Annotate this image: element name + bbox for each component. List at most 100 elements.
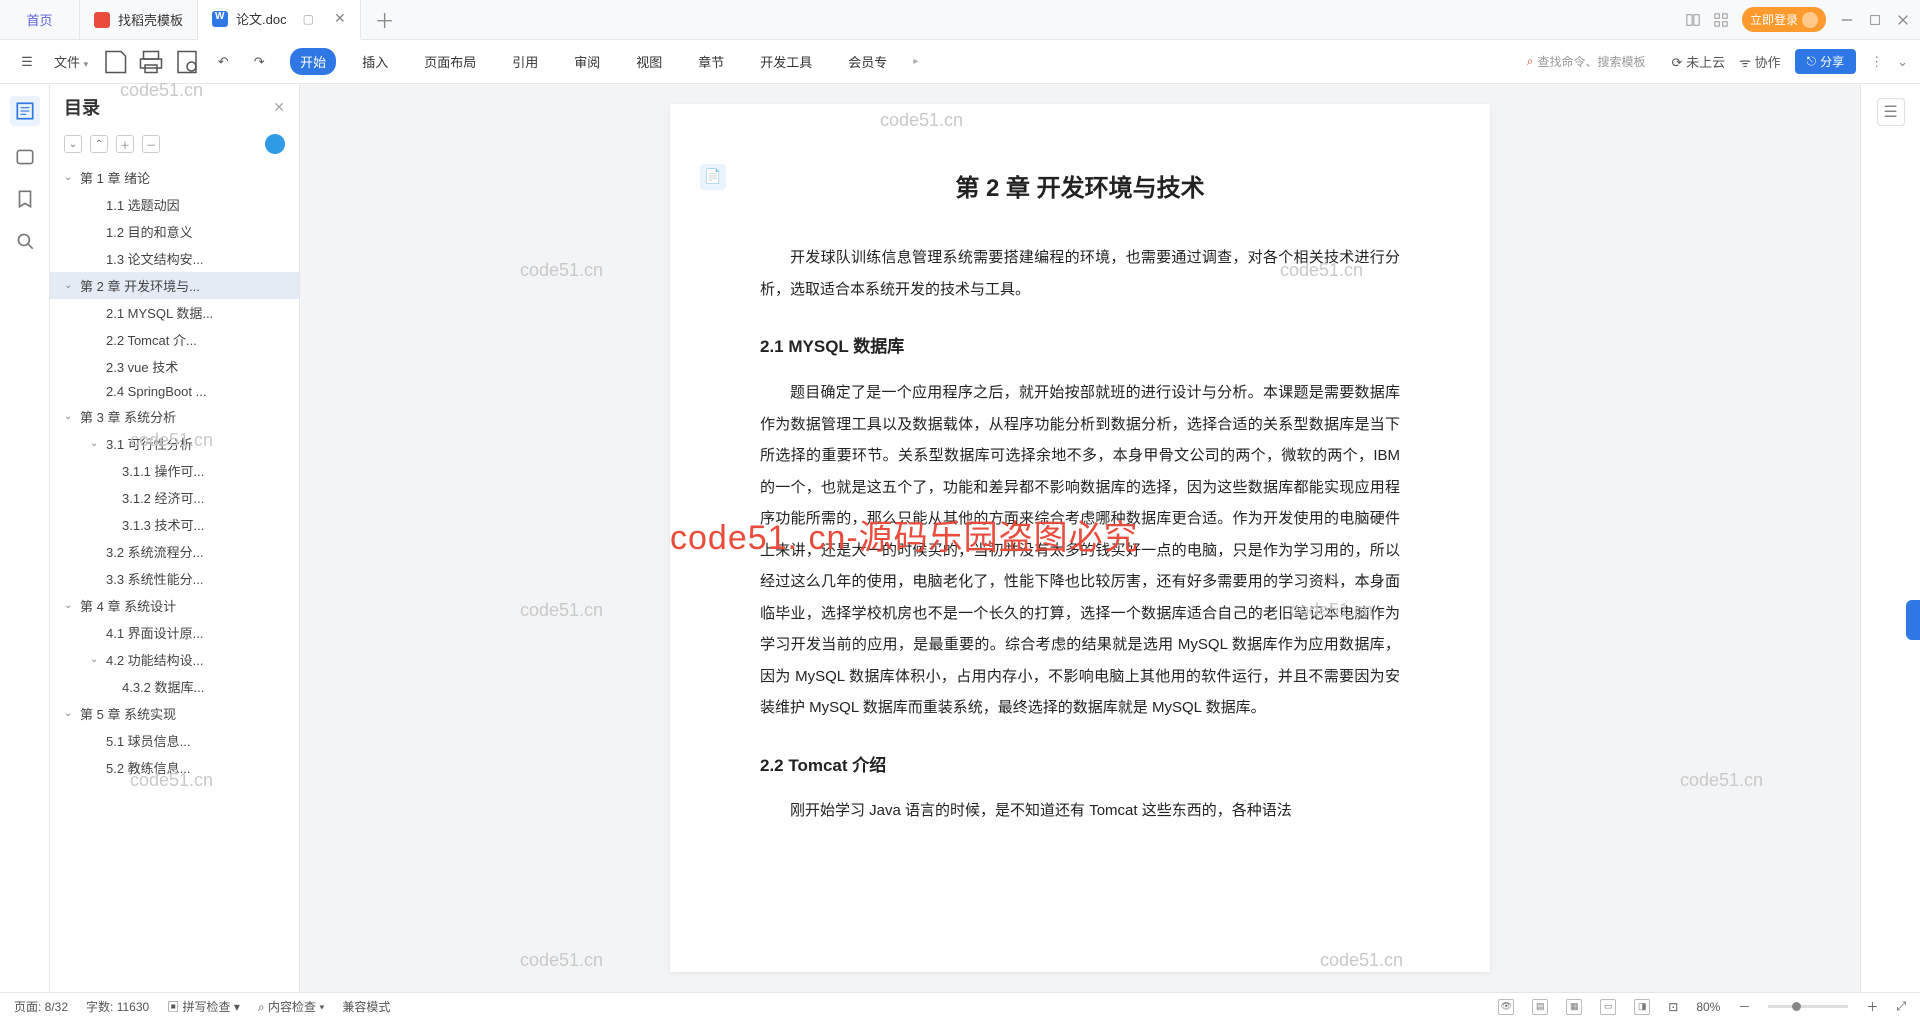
outline-item[interactable]: 2.2 Tomcat 介... [50,326,299,353]
new-tab-button[interactable]: ＋ [361,0,409,40]
file-menu[interactable]: 文件 ▾ [48,50,94,73]
zoom-fit-icon[interactable]: ⊡ [1668,1000,1678,1014]
outline-item[interactable]: ⌄第 3 章 系统分析 [50,403,299,430]
ribbon-tab-member[interactable]: 会员专 [838,48,897,75]
more-icon[interactable]: ⋮ [1870,54,1883,70]
outline-label: 2.4 SpringBoot ... [106,384,206,399]
minimize-button[interactable] [1840,13,1854,27]
outline-item[interactable]: 3.2 系统流程分... [50,538,299,565]
outline-item[interactable]: 5.1 球员信息... [50,727,299,754]
bookmark-panel-icon[interactable] [14,146,36,168]
outline-item[interactable]: ⌄第 2 章 开发环境与... [50,272,299,299]
rail-menu-icon[interactable]: ☰ [1877,98,1905,126]
outline-item[interactable]: ⌄第 4 章 系统设计 [50,592,299,619]
outline-item[interactable]: 3.1.3 技术可... [50,511,299,538]
zoom-in-icon[interactable]: ＋ [1866,998,1878,1015]
edge-tab[interactable] [1906,600,1920,640]
document-page: 📄 第 2 章 开发环境与技术 开发球队训练信息管理系统需要搭建编程的环境，也需… [670,104,1490,972]
close-window-button[interactable] [1896,13,1910,27]
outline-item[interactable]: 3.3 系统性能分... [50,565,299,592]
undo-icon[interactable]: ↶ [208,47,238,77]
fullscreen-icon[interactable]: ⤢ [1896,999,1906,1014]
search-placeholder: 查找命令、搜索模板 [1538,53,1646,70]
outline-item[interactable]: ⌄3.1 可行性分析 [50,430,299,457]
outline-item[interactable]: 2.1 MYSQL 数据... [50,299,299,326]
layout-icon[interactable] [1686,13,1700,27]
close-outline-icon[interactable]: ✕ [273,99,285,116]
print-icon[interactable] [136,47,166,77]
zoom-slider[interactable] [1768,1005,1848,1008]
chevron-down-icon: ⌄ [90,438,104,449]
ai-icon[interactable] [265,134,285,154]
cloud-status[interactable]: ⟳ 未上云 [1672,52,1726,71]
outline-item[interactable]: 1.1 选题动因 [50,191,299,218]
view-web-icon[interactable]: ▦ [1566,999,1582,1015]
zoom-out-icon[interactable]: － [1738,998,1750,1015]
content-check[interactable]: ⌕ 内容检查 ▾ [258,998,324,1015]
outline-item[interactable]: ⌄第 1 章 绪论 [50,164,299,191]
ribbon-tab-start[interactable]: 开始 [290,48,336,75]
tab-document[interactable]: 论文.doc ▢ ✕ [198,0,361,40]
right-rail: ☰ [1860,84,1920,992]
outline-item[interactable]: ⌄第 5 章 系统实现 [50,700,299,727]
tab-label: 找稻壳模板 [118,10,183,29]
outline-panel-icon[interactable] [10,96,40,126]
intro-paragraph: 开发球队训练信息管理系统需要搭建编程的环境，也需要通过调查，对各个相关技术进行分… [760,242,1400,305]
collapse-ribbon-icon[interactable]: ⌄ [1897,54,1908,70]
redo-icon[interactable]: ↷ [244,47,274,77]
maximize-button[interactable] [1868,13,1882,27]
find-panel-icon[interactable] [14,230,36,252]
outline-item[interactable]: 3.1.1 操作可... [50,457,299,484]
outline-item[interactable]: ⌄4.2 功能结构设... [50,646,299,673]
expand-all-icon[interactable]: ⌃ [90,135,108,153]
outline-item[interactable]: 4.3.2 数据库... [50,673,299,700]
outline-item[interactable]: 2.3 vue 技术 [50,353,299,380]
menu-icon[interactable]: ☰ [12,47,42,77]
outline-item[interactable]: 4.1 界面设计原... [50,619,299,646]
titlebar: 首页 找稻壳模板 论文.doc ▢ ✕ ＋ 立即登录 [0,0,1920,40]
outline-item[interactable]: 2.4 SpringBoot ... [50,380,299,403]
ribbon-tab-reference[interactable]: 引用 [502,48,548,75]
chevron-down-icon: ⌄ [64,708,78,719]
view-outline-icon[interactable]: ▭ [1600,999,1616,1015]
ribbon-tab-insert[interactable]: 插入 [352,48,398,75]
apps-icon[interactable] [1714,13,1728,27]
ribbon-tab-chapter[interactable]: 章节 [688,48,734,75]
ribbon-tab-view[interactable]: 视图 [626,48,672,75]
outline-item[interactable]: 5.2 教练信息... [50,754,299,781]
ribbon-tab-review[interactable]: 审阅 [564,48,610,75]
page-indicator[interactable]: 页面: 8/32 [14,998,68,1015]
search-icon: ⌕ [1527,54,1534,69]
body-paragraph: 刚开始学习 Java 语言的时候，是不知道还有 Tomcat 这些东西的，各种语… [760,795,1400,827]
outline-item[interactable]: 1.3 论文结构安... [50,245,299,272]
add-level-icon[interactable]: ＋ [116,135,134,153]
word-count[interactable]: 字数: 11630 [86,998,149,1015]
outline-item[interactable]: 3.1.2 经济可... [50,484,299,511]
view-read-icon[interactable]: ◨ [1634,999,1650,1015]
remove-level-icon[interactable]: － [142,135,160,153]
login-button[interactable]: 立即登录 [1742,7,1826,32]
body-paragraph: 题目确定了是一个应用程序之后，就开始按部就班的进行设计与分析。本课题是需要数据库… [760,377,1400,724]
tab-home[interactable]: 首页 [0,0,80,40]
outline-item[interactable]: 1.2 目的和意义 [50,218,299,245]
spell-check[interactable]: ▣ 拼写检查 ▾ [167,998,240,1015]
ribbon-tab-layout[interactable]: 页面布局 [414,48,486,75]
search-box[interactable]: ⌕ 查找命令、搜索模板 [1527,53,1646,70]
collab-button[interactable]: ᯤ 协作 [1739,52,1781,71]
collapse-all-icon[interactable]: ⌄ [64,135,82,153]
page-action-icon[interactable]: 📄 [700,164,726,190]
tag-panel-icon[interactable] [14,188,36,210]
window-icon[interactable]: ▢ [303,12,314,26]
section-heading: 2.2 Tomcat 介绍 [760,748,1400,784]
share-button[interactable]: ⎋ 分享 [1795,49,1857,74]
outline-label: 第 4 章 系统设计 [80,596,176,615]
save-icon[interactable] [100,47,130,77]
view-page-icon[interactable]: ▤ [1532,999,1548,1015]
close-icon[interactable]: ✕ [334,10,346,27]
view-eye-icon[interactable]: 👁 [1498,999,1514,1015]
print-preview-icon[interactable] [172,47,202,77]
zoom-level[interactable]: 80% [1696,1000,1720,1014]
ribbon-tab-devtools[interactable]: 开发工具 [750,48,822,75]
tab-template[interactable]: 找稻壳模板 [80,0,198,40]
document-area[interactable]: 📄 第 2 章 开发环境与技术 开发球队训练信息管理系统需要搭建编程的环境，也需… [300,84,1860,992]
